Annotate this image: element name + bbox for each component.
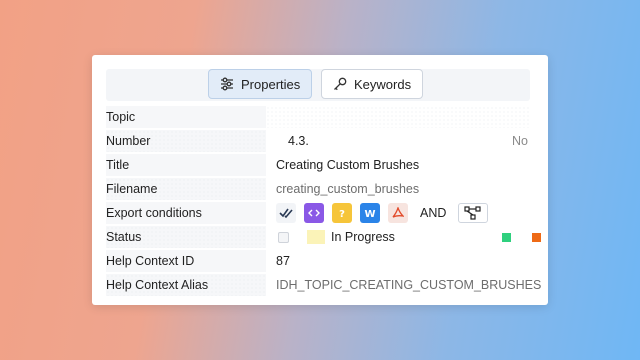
help-context-alias-row: Help Context Alias IDH_TOPIC_CREATING_CU… — [106, 273, 541, 297]
tab-properties-label: Properties — [241, 76, 301, 92]
number-no-toggle[interactable]: No — [512, 134, 528, 148]
pdf-icon[interactable] — [388, 203, 408, 223]
status-color-swatch — [307, 230, 325, 244]
status-row: Status In Progress — [106, 225, 541, 249]
number-row: Number 4.3. No — [106, 129, 530, 153]
check-all-icon[interactable] — [276, 203, 296, 223]
status-orange-marker[interactable] — [532, 232, 541, 242]
tab-keywords[interactable]: Keywords — [321, 69, 423, 99]
help-context-alias-field[interactable]: IDH_TOPIC_CREATING_CUSTOM_BRUSHES — [276, 274, 541, 296]
topic-label: Topic — [106, 106, 266, 128]
sliders-icon — [219, 76, 235, 92]
export-conditions-field: ? W AND — [276, 202, 530, 224]
title-label: Title — [106, 154, 266, 176]
number-field[interactable]: 4.3. No — [266, 130, 530, 152]
tree-icon[interactable] — [458, 203, 489, 223]
export-conditions-row: Export conditions ? W AND — [106, 201, 530, 225]
topic-value — [266, 106, 530, 128]
filename-label: Filename — [106, 178, 266, 200]
help-icon[interactable]: ? — [332, 203, 352, 223]
tab-keywords-label: Keywords — [354, 76, 412, 92]
filename-field[interactable]: creating_custom_brushes — [276, 178, 530, 200]
status-value: In Progress — [331, 230, 395, 244]
topic-row: Topic — [106, 105, 530, 129]
key-icon — [332, 76, 348, 92]
help-context-id-label: Help Context ID — [106, 250, 266, 272]
help-context-id-field[interactable]: 87 — [276, 250, 530, 272]
word-icon[interactable]: W — [360, 203, 380, 223]
and-operator: AND — [420, 206, 447, 220]
filename-row: Filename creating_custom_brushes — [106, 177, 530, 201]
number-value: 4.3. — [266, 130, 506, 152]
topic-properties-panel: Properties Keywords Topic Number 4.3. No… — [92, 55, 548, 305]
code-icon[interactable] — [304, 203, 324, 223]
title-row: Title Creating Custom Brushes — [106, 153, 530, 177]
title-field[interactable]: Creating Custom Brushes — [276, 154, 530, 176]
status-checkbox[interactable] — [278, 231, 289, 243]
help-context-alias-label: Help Context Alias — [106, 274, 266, 296]
svg-text:W: W — [364, 209, 375, 219]
export-conditions-label: Export conditions — [106, 202, 266, 224]
number-label: Number — [106, 130, 266, 152]
status-green-marker[interactable] — [502, 232, 511, 242]
tab-bar: Properties Keywords — [106, 69, 530, 101]
tab-properties[interactable]: Properties — [208, 69, 312, 99]
status-label: Status — [106, 226, 266, 248]
svg-text:?: ? — [339, 209, 345, 219]
help-context-id-row: Help Context ID 87 — [106, 249, 530, 273]
status-field[interactable]: In Progress — [276, 226, 541, 248]
